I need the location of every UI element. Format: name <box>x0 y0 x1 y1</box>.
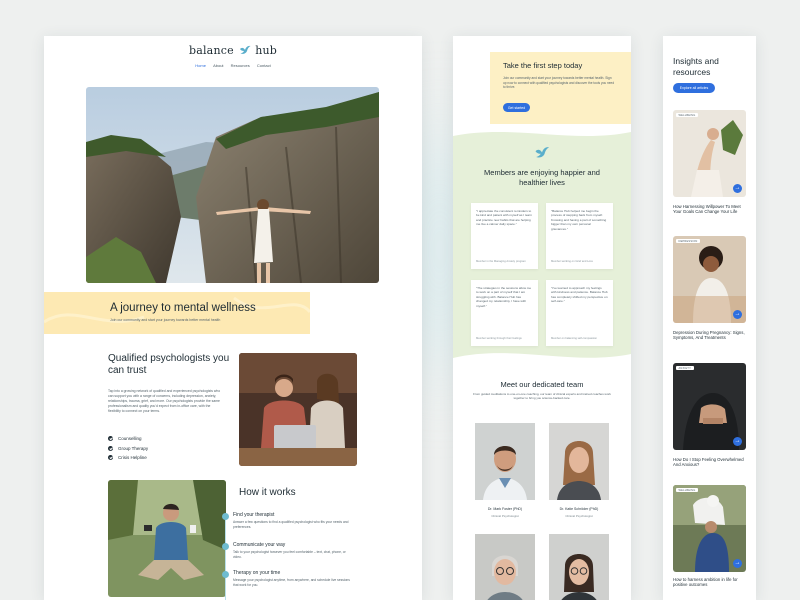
insights-title: Insights and resources <box>673 56 719 77</box>
arrow-right-icon[interactable]: → <box>733 184 742 193</box>
step-marker <box>222 571 229 578</box>
testimonial-author: Member on balancing self-compassion <box>551 337 598 340</box>
testimonial-author: Member working on Grief and Loss <box>551 260 593 263</box>
hero-image <box>86 87 379 283</box>
team-portrait[interactable] <box>475 534 535 600</box>
team-subtitle: From guided meditations to one-on-one co… <box>473 392 611 401</box>
check-icon <box>108 455 113 461</box>
qualified-body: Tap into a growing network of qualified … <box>108 389 221 413</box>
testimonial-card: "I've learned to approach my feelings wi… <box>546 280 613 346</box>
testimonial-quote: "I appreciate the consistent reminders t… <box>476 209 532 227</box>
team-portrait[interactable] <box>549 534 609 600</box>
step-desc: Talk to your psychologist however you fe… <box>233 550 346 559</box>
nav-item-contact[interactable]: Contact <box>257 63 271 68</box>
cta-body: Join our community and start your journe… <box>503 76 615 89</box>
step-marker <box>222 543 229 550</box>
insights-panel: Insights and resources Explore all artic… <box>663 36 756 600</box>
feature-item: Group Therapy <box>108 444 148 454</box>
testimonial-card: "The strategies in the sessions allow me… <box>471 280 538 346</box>
step-desc: Message your psychologist anytime, from … <box>233 578 350 587</box>
man-outdoors-photo <box>108 480 226 597</box>
testimonial-author: Member working through their feelings <box>476 337 522 340</box>
feature-label: Counselling <box>118 436 142 442</box>
testimonial-quote: "I've learned to approach my feelings wi… <box>551 286 608 304</box>
main-nav: Home About Resources Contact <box>44 63 422 68</box>
article-card[interactable]: WELLBEING → <box>673 485 746 572</box>
team-title: Meet our dedicated team <box>500 380 584 389</box>
article-title[interactable]: How Harnessing Willpower To Meet Your Go… <box>673 204 747 215</box>
testimonial-card: "I appreciate the consistent reminders t… <box>471 203 538 269</box>
brand-name-part2: hub <box>255 44 278 57</box>
qualified-title: Qualified psychologists you can trust <box>108 353 230 376</box>
feature-list: Counselling Group Therapy Crisis Helplin… <box>108 434 148 463</box>
explore-articles-button[interactable]: Explore all articles <box>673 83 715 93</box>
article-tag: WELLBEING <box>676 488 698 492</box>
get-started-button[interactable]: Get started <box>503 103 530 112</box>
nav-item-home[interactable]: Home <box>195 63 206 68</box>
team-member-role: Clinical Psychologist <box>491 514 519 518</box>
brand-logo[interactable]: balance hub <box>44 44 422 57</box>
article-card[interactable]: WELLBEING → <box>673 110 746 197</box>
hero-title: A journey to mental wellness <box>110 302 256 314</box>
hero-banner: A journey to mental wellness Join our co… <box>44 292 310 334</box>
article-card[interactable]: DEPRESSION → <box>673 236 746 323</box>
testimonial-card: "Balance Hub helped me begin the process… <box>546 203 613 269</box>
step-title: Communicate your way <box>233 542 286 548</box>
therapy-session-photo <box>239 353 357 466</box>
nav-item-resources[interactable]: Resources <box>231 63 250 68</box>
arrow-right-icon[interactable]: → <box>733 559 742 568</box>
feature-item: Crisis Helpline <box>108 453 148 463</box>
brand-name-part1: balance <box>188 44 234 57</box>
feature-label: Crisis Helpline <box>118 455 147 461</box>
team-portrait[interactable] <box>549 423 609 500</box>
article-tag: ANXIETY <box>676 366 694 370</box>
steps-connector <box>225 516 226 600</box>
how-it-works-title: How it works <box>239 487 296 498</box>
article-card[interactable]: ANXIETY → <box>673 363 746 450</box>
feature-label: Group Therapy <box>118 445 149 451</box>
team-member-name: Dr. Katie Schröder (PhD) <box>559 507 599 511</box>
cta-box: Take the first step today Join our commu… <box>490 52 631 124</box>
check-icon <box>108 436 113 442</box>
step-title: Therapy on your time <box>233 570 281 576</box>
community-panel: Take the first step today Join our commu… <box>453 36 631 600</box>
cta-title: Take the first step today <box>503 61 583 70</box>
step-marker <box>222 513 229 520</box>
step-desc: Answer a few questions to find a qualifi… <box>233 520 349 529</box>
homepage-panel: balance hub Home About Resources Contact <box>44 36 422 600</box>
members-title: Members are enjoying happier and healthi… <box>484 168 600 187</box>
bird-logo-icon <box>239 45 251 54</box>
feature-item: Counselling <box>108 434 148 444</box>
step-title: Find your therapist <box>233 512 275 518</box>
article-tag: WELLBEING <box>676 113 698 117</box>
nav-item-about[interactable]: About <box>213 63 223 68</box>
team-portrait[interactable] <box>475 423 535 500</box>
article-title[interactable]: How Do I Stop Feeling Overwhelmed And An… <box>673 457 747 468</box>
team-member-role: Clinical Psychologist <box>565 514 593 518</box>
article-title[interactable]: How to harness ambition in life for posi… <box>673 577 747 588</box>
arrow-right-icon[interactable]: → <box>733 310 742 319</box>
article-title[interactable]: Depression During Pregnancy: Signs, Symp… <box>673 330 747 341</box>
team-member-name: Dr. Mark Foster (PhD) <box>487 507 523 511</box>
hero-subtitle: Join our community and start your journe… <box>110 318 221 322</box>
arrow-right-icon[interactable]: → <box>733 437 742 446</box>
bird-logo-icon <box>535 147 550 158</box>
testimonial-author: Member in the Managing Anxiety program <box>476 260 526 263</box>
article-tag: DEPRESSION <box>676 239 701 243</box>
testimonial-quote: "Balance Hub helped me begin the process… <box>551 209 607 231</box>
testimonial-quote: "The strategies in the sessions allow me… <box>476 286 532 308</box>
check-icon <box>108 445 113 451</box>
